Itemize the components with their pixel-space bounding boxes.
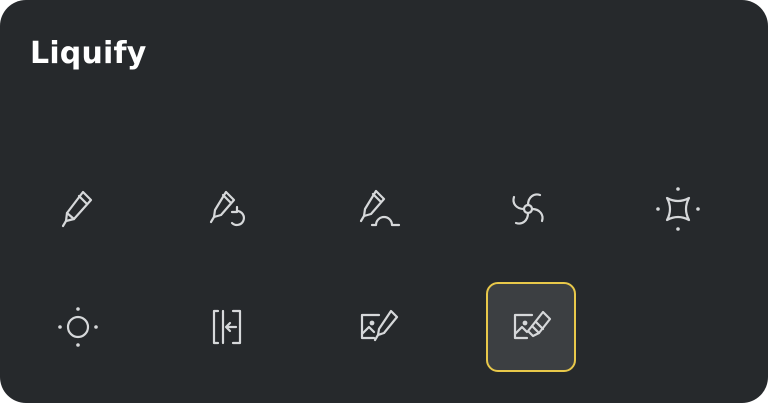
tool-expand[interactable]: [33, 282, 123, 372]
brush-twirl-icon: [209, 190, 245, 227]
tool-twirl[interactable]: [183, 164, 273, 254]
image-brush-icon: [360, 309, 399, 342]
tool-reset[interactable]: [486, 282, 576, 372]
tool-push[interactable]: [33, 164, 123, 254]
tool-pinch[interactable]: [333, 164, 423, 254]
brush-pinch-icon: [359, 189, 401, 227]
tool-crystals[interactable]: [183, 282, 273, 372]
pinch-star-icon: [656, 187, 700, 231]
tool-contract[interactable]: [633, 164, 723, 254]
liquify-panel: Liquify: [0, 0, 768, 403]
expand-circle-icon: [58, 307, 98, 347]
brush-icon: [61, 190, 93, 228]
edge-arrow-icon: [212, 309, 242, 345]
swirl-icon: [512, 193, 544, 225]
tool-swirl[interactable]: [483, 164, 573, 254]
panel-title: Liquify: [30, 36, 147, 71]
tool-reconstruct[interactable]: [333, 282, 423, 372]
image-eraser-icon: [513, 310, 552, 340]
